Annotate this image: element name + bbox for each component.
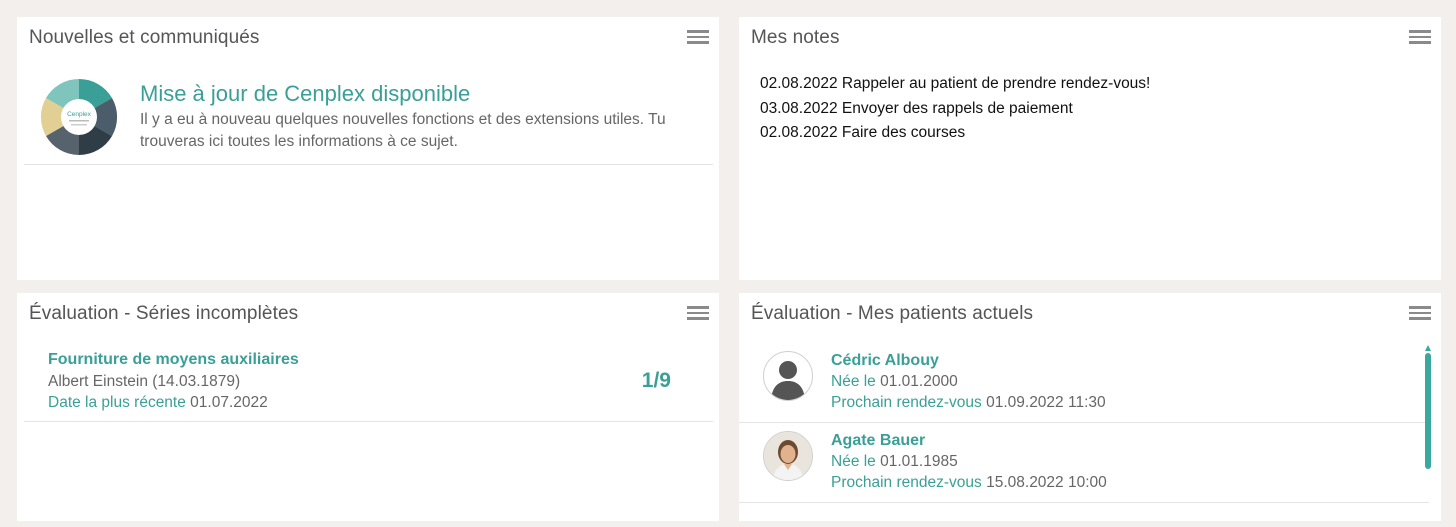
avatar [763,351,813,401]
appointment-value: 15.08.2022 10:00 [986,474,1107,491]
news-menu-icon[interactable] [687,28,709,46]
patient-next-appointment: Prochain rendez-vous 15.08.2022 10:00 [831,474,1107,492]
news-item-text: Il y a eu à nouveau quelques nouvelles f… [140,111,666,150]
series-date-value: 01.07.2022 [190,394,268,411]
current-patients-panel: Évaluation - Mes patients actuels Cédric… [739,293,1441,521]
series-item-title[interactable]: Fourniture de moyens auxiliaires [48,351,299,369]
appointment-value: 01.09.2022 11:30 [986,394,1106,411]
series-panel-title: Évaluation - Séries incomplètes [29,303,299,324]
patient-photo [764,432,812,480]
patient-name[interactable]: Agate Bauer [831,432,925,450]
note-item[interactable]: 02.08.2022 Faire des courses [760,121,1150,146]
patient-next-appointment: Prochain rendez-vous 01.09.2022 11:30 [831,394,1106,412]
patient-birth: Née le 01.01.2000 [831,373,958,391]
news-item[interactable]: Cenplex Mise à jour de Cenplex disponibl… [24,73,713,165]
scroll-up-icon[interactable] [1425,345,1431,351]
appointment-label: Prochain rendez-vous [831,474,982,491]
series-date-label: Date la plus récente [48,394,186,411]
series-item-date: Date la plus récente 01.07.2022 [48,394,268,412]
svg-text:Cenplex: Cenplex [67,111,92,118]
avatar [763,431,813,481]
series-item[interactable]: Fourniture de moyens auxiliaires Albert … [24,343,713,422]
patient-list-item[interactable]: Agate Bauer Née le 01.01.1985 Prochain r… [739,423,1429,503]
birth-label: Née le [831,453,876,470]
note-item[interactable]: 03.08.2022 Envoyer des rappels de paieme… [760,97,1150,122]
series-progress-count: 1/9 [641,369,671,392]
notes-panel-title: Mes notes [751,27,840,48]
patients-panel-title: Évaluation - Mes patients actuels [751,303,1034,324]
notes-menu-icon[interactable] [1409,28,1431,46]
note-item[interactable]: 02.08.2022 Rappeler au patient de prendr… [760,72,1150,97]
patient-name[interactable]: Cédric Albouy [831,352,939,370]
patient-birth: Née le 01.01.1985 [831,453,958,471]
birth-value: 01.01.2000 [880,373,958,390]
person-silhouette-icon [771,361,805,400]
notes-list: 02.08.2022 Rappeler au patient de prendr… [760,72,1150,146]
appointment-label: Prochain rendez-vous [831,394,982,411]
patients-menu-icon[interactable] [1409,304,1431,322]
news-panel: Nouvelles et communiqués Cenplex Mise à … [17,17,719,280]
notes-panel: Mes notes 02.08.2022 Rappeler au patient… [739,17,1441,280]
cenplex-wheel-icon: Cenplex [40,78,118,156]
scrollbar[interactable] [1425,353,1431,469]
birth-label: Née le [831,373,876,390]
patient-list-item[interactable]: Cédric Albouy Née le 01.01.2000 Prochain… [739,343,1429,423]
news-item-title[interactable]: Mise à jour de Cenplex disponible [140,81,470,107]
series-menu-icon[interactable] [687,304,709,322]
birth-value: 01.01.1985 [880,453,958,470]
incomplete-series-panel: Évaluation - Séries incomplètes Fournitu… [17,293,719,521]
news-panel-title: Nouvelles et communiqués [29,27,260,48]
series-item-patient: Albert Einstein (14.03.1879) [48,373,241,390]
